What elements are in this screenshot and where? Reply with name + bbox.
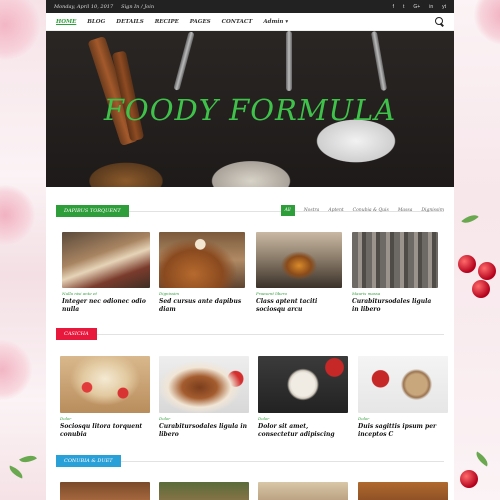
post-card[interactable] xyxy=(60,482,150,500)
nav-recipe[interactable]: RECIPE xyxy=(155,19,179,25)
section-tag[interactable]: CASICHA xyxy=(56,328,97,340)
post-card[interactable]: Dolor Sociosqu litora torquent conubia xyxy=(60,356,150,439)
filter-nostra[interactable]: Nostra xyxy=(304,208,320,213)
twitter-icon[interactable]: t xyxy=(403,4,404,10)
cherry-icon xyxy=(458,255,476,273)
post-card[interactable]: Mauris massa Curabitursodales ligula in … xyxy=(352,232,438,314)
post-category[interactable]: Praesent libero xyxy=(256,291,342,296)
post-thumbnail[interactable] xyxy=(358,356,448,413)
post-thumbnail[interactable] xyxy=(358,482,448,500)
post-title[interactable]: Sed cursus ante dapibus diam xyxy=(159,298,245,314)
post-card[interactable] xyxy=(159,482,249,500)
post-card[interactable]: Dolor Curabitursodales ligula in libero xyxy=(159,356,249,439)
social-links: f t G+ in yt xyxy=(393,4,446,10)
post-title[interactable]: Curabitursodales ligula in libero xyxy=(159,423,249,439)
post-card[interactable] xyxy=(258,482,348,500)
search-icon[interactable] xyxy=(435,17,444,26)
site-title[interactable]: FOODY FORMULA xyxy=(46,93,454,127)
section-header: DAPIBUS TORQUENT xyxy=(56,205,129,217)
post-category[interactable]: Dolor xyxy=(159,416,249,421)
post-category[interactable]: Dignissim xyxy=(159,291,245,296)
filter-all[interactable]: All xyxy=(280,205,295,216)
post-title[interactable]: Curabitursodales ligula in libero xyxy=(352,298,438,314)
post-title[interactable]: Duis sagittis ipsum per inceptos C xyxy=(358,423,448,439)
linkedin-icon[interactable]: in xyxy=(429,4,433,10)
post-thumbnail[interactable] xyxy=(62,232,150,288)
post-thumbnail[interactable] xyxy=(352,232,438,288)
section-tag[interactable]: DAPIBUS TORQUENT xyxy=(56,205,129,217)
page-container: Monday, April 10, 2017 Sign In / Join f … xyxy=(46,0,454,500)
post-category[interactable]: Dolor xyxy=(60,416,150,421)
post-thumbnail[interactable] xyxy=(256,232,342,288)
post-category[interactable]: Dolor xyxy=(258,416,348,421)
post-card[interactable]: Praesent libero Class aptent taciti soci… xyxy=(256,232,342,314)
current-date: Monday, April 10, 2017 xyxy=(54,3,114,10)
post-title[interactable]: Sociosqu litora torquent conubia xyxy=(60,423,150,439)
facebook-icon[interactable]: f xyxy=(393,4,394,10)
hero-banner: FOODY FORMULA xyxy=(46,31,454,187)
post-thumbnail[interactable] xyxy=(258,482,348,500)
post-category[interactable]: Dolor xyxy=(358,416,448,421)
google-plus-icon[interactable]: G+ xyxy=(413,4,420,10)
section-header: CONUBIA & DUET xyxy=(56,455,121,467)
nav-home[interactable]: HOME xyxy=(56,19,76,25)
post-card[interactable]: Dolor Dolor sit amet, consectetur adipis… xyxy=(258,356,348,439)
filter-massa[interactable]: Massa xyxy=(398,208,413,213)
filter-conubia[interactable]: Conubia & Quis xyxy=(353,208,389,213)
post-category[interactable]: Mauris massa xyxy=(352,291,438,296)
filter-dignissim[interactable]: Dignissim xyxy=(421,208,444,213)
post-card[interactable] xyxy=(358,482,448,500)
nav-blog[interactable]: BLOG xyxy=(87,19,105,25)
post-card[interactable]: Dolor Duis sagittis ipsum per inceptos C xyxy=(358,356,448,439)
left-decorative-background xyxy=(0,0,46,500)
section-tag[interactable]: CONUBIA & DUET xyxy=(56,455,121,467)
youtube-icon[interactable]: yt xyxy=(442,4,446,10)
post-thumbnail[interactable] xyxy=(159,482,249,500)
nav-pages[interactable]: PAGES xyxy=(190,19,211,25)
post-thumbnail[interactable] xyxy=(60,482,150,500)
post-card[interactable]: Dignissim Sed cursus ante dapibus diam xyxy=(159,232,245,314)
filter-aptent[interactable]: Aptent xyxy=(328,208,343,213)
nav-admin[interactable]: Admin ▾ xyxy=(263,19,288,25)
post-title[interactable]: Integer nec odionec odio nulla xyxy=(62,298,150,314)
top-bar: Monday, April 10, 2017 Sign In / Join f … xyxy=(46,0,454,13)
post-thumbnail[interactable] xyxy=(159,232,245,288)
post-title[interactable]: Dolor sit amet, consectetur adipiscing xyxy=(258,423,348,439)
post-card[interactable]: Nulla nisi ante et Integer nec odionec o… xyxy=(62,232,150,314)
main-nav: HOME BLOG DETAILS RECIPE PAGES CONTACT A… xyxy=(46,13,454,31)
right-decorative-background xyxy=(454,0,500,500)
nav-contact[interactable]: CONTACT xyxy=(222,19,253,25)
section-header: CASICHA xyxy=(56,328,97,340)
nav-details[interactable]: DETAILS xyxy=(116,19,143,25)
category-filter: All Nostra Aptent Conubia & Quis Massa D… xyxy=(280,205,444,216)
post-title[interactable]: Class aptent taciti sociosqu arcu xyxy=(256,298,342,314)
post-thumbnail[interactable] xyxy=(60,356,150,413)
post-thumbnail[interactable] xyxy=(159,356,249,413)
post-category[interactable]: Nulla nisi ante et xyxy=(62,291,150,296)
signin-link[interactable]: Sign In / Join xyxy=(121,4,154,10)
post-thumbnail[interactable] xyxy=(258,356,348,413)
